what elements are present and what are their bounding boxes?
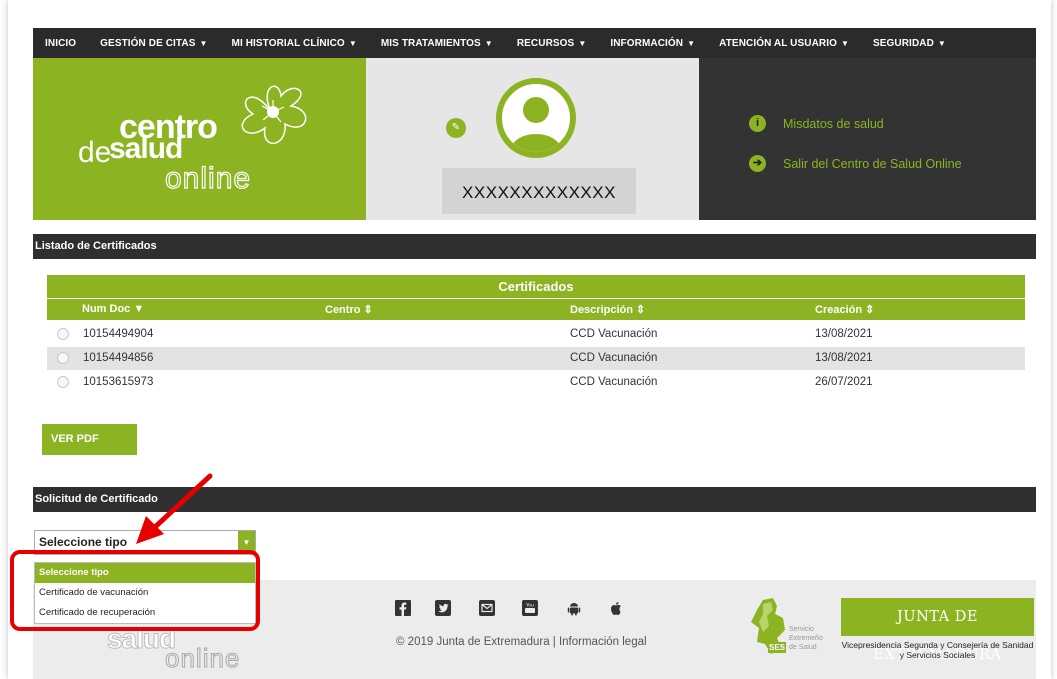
cell-num: 10154494904: [83, 328, 154, 340]
flower-logo-icon: [241, 85, 307, 145]
email-icon[interactable]: [479, 600, 495, 616]
caret-down-icon: ▼: [840, 38, 849, 48]
junta-extremadura-logo[interactable]: JUNTA DE EXTREMADURA: [841, 598, 1034, 663]
logo-de: de: [78, 136, 112, 169]
cell-descripcion: CCD Vacunación: [570, 352, 658, 364]
logout-link[interactable]: ➔ Salir del Centro de Salud Online: [749, 155, 962, 172]
apple-icon[interactable]: [608, 600, 624, 616]
nav-label: SEGURIDAD: [873, 37, 934, 49]
main-nav: INICIO GESTIÓN DE CITAS ▼ MI HISTORIAL CL…: [33, 28, 1036, 58]
nav-label: MI HISTORIAL CLÍNICO: [231, 37, 345, 49]
cell-num: 10154494856: [83, 352, 154, 364]
caret-down-icon: ▼: [578, 38, 587, 48]
col-num-doc[interactable]: Num Doc ▼: [82, 303, 144, 315]
footer-copyright[interactable]: © 2019 Junta de Extremadura | Informació…: [396, 636, 647, 648]
row-radio[interactable]: [57, 376, 69, 388]
edit-icon[interactable]: ✎: [446, 118, 466, 138]
android-icon[interactable]: [566, 600, 582, 616]
health-data-prefix: Mis: [783, 116, 803, 131]
col-descripcion[interactable]: Descripción ⇕: [570, 303, 645, 316]
logo-salud: salud: [109, 132, 183, 165]
nav-label: MIS TRATAMIENTOS: [380, 37, 481, 49]
col-centro[interactable]: Centro ⇕: [325, 303, 373, 316]
nav-label: RECURSOS: [516, 37, 575, 49]
cell-descripcion: CCD Vacunación: [570, 328, 658, 340]
caret-down-icon: ▼: [348, 38, 357, 48]
col-creacion[interactable]: Creación ⇕: [815, 303, 874, 316]
cell-creacion: 13/08/2021: [815, 352, 873, 364]
junta-subtitle: Vicepresidencia Segunda y Consejería de …: [841, 640, 1034, 660]
table-header: Num Doc ▼ Centro ⇕ Descripción ⇕ Creació…: [47, 299, 1025, 320]
facebook-icon[interactable]: [395, 600, 411, 616]
logo-online: online: [164, 161, 252, 195]
nav-inicio[interactable]: INICIO: [45, 38, 76, 49]
ses-label: SES: [768, 642, 786, 653]
caret-down-icon: ▼: [484, 38, 493, 48]
row-radio[interactable]: [57, 328, 69, 340]
profile-panel: ✎ XXXXXXXXXXXXX: [366, 58, 699, 220]
nav-recursos[interactable]: RECURSOS ▼: [517, 38, 587, 49]
health-data-link[interactable]: i Mis datos de salud: [749, 115, 884, 132]
exit-arrow-icon: ➔: [749, 155, 766, 172]
nav-label: INICIO: [45, 37, 77, 49]
caret-down-icon: ▼: [687, 38, 696, 48]
select-value: Seleccione tipo: [39, 535, 128, 549]
cell-creacion: 13/08/2021: [815, 328, 873, 340]
highlight-box: [10, 550, 260, 631]
nav-gestion-citas[interactable]: GESTIÓN DE CITAS ▼: [100, 38, 207, 49]
nav-atencion-usuario[interactable]: ATENCIÓN AL USUARIO ▼: [719, 38, 849, 49]
svg-text:You: You: [525, 603, 534, 609]
certificates-section-title: Listado de Certificados: [33, 234, 1036, 259]
nav-tratamientos[interactable]: MIS TRATAMIENTOS ▼: [381, 38, 493, 49]
caret-down-icon: ▼: [937, 38, 946, 48]
username-display: XXXXXXXXXXXXX: [442, 168, 636, 214]
caret-down-icon: ▼: [199, 38, 208, 48]
logout-label: Salir del Centro de Salud Online: [783, 156, 962, 171]
table-row[interactable]: 10154494904 CCD Vacunación 13/08/2021: [47, 323, 1025, 346]
view-pdf-button[interactable]: VER PDF: [42, 424, 137, 455]
nav-label: ATENCIÓN AL USUARIO: [719, 37, 837, 49]
ses-text: Servicio Extremeño de Salud: [789, 626, 823, 651]
nav-label: INFORMACIÓN: [610, 37, 684, 49]
user-links-panel: i Mis datos de salud ➔ Salir del Centro …: [699, 58, 1036, 220]
cell-descripcion: CCD Vacunación: [570, 376, 658, 388]
cell-num: 10153615973: [83, 376, 154, 388]
table-row[interactable]: 10154494856 CCD Vacunación 13/08/2021: [47, 347, 1025, 370]
nav-informacion[interactable]: INFORMACIÓN ▼: [610, 38, 695, 49]
row-radio[interactable]: [57, 352, 69, 364]
nav-seguridad[interactable]: SEGURIDAD ▼: [873, 38, 946, 49]
user-avatar-icon[interactable]: [496, 78, 576, 158]
logo-panel[interactable]: centro de salud online: [33, 58, 366, 220]
info-icon: i: [749, 115, 766, 132]
table-title: Certificados: [47, 275, 1025, 298]
youtube-icon[interactable]: You: [522, 600, 538, 616]
health-data-label: datos de salud: [802, 116, 884, 131]
footer-logo-online: online: [164, 643, 241, 674]
nav-label: GESTIÓN DE CITAS: [100, 37, 196, 49]
nav-historial-clinico[interactable]: MI HISTORIAL CLÍNICO ▼: [232, 38, 357, 49]
red-arrow-icon: [136, 473, 213, 544]
twitter-icon[interactable]: [435, 600, 451, 616]
table-row[interactable]: 10153615973 CCD Vacunación 26/07/2021: [47, 371, 1025, 394]
cell-creacion: 26/07/2021: [815, 376, 873, 388]
